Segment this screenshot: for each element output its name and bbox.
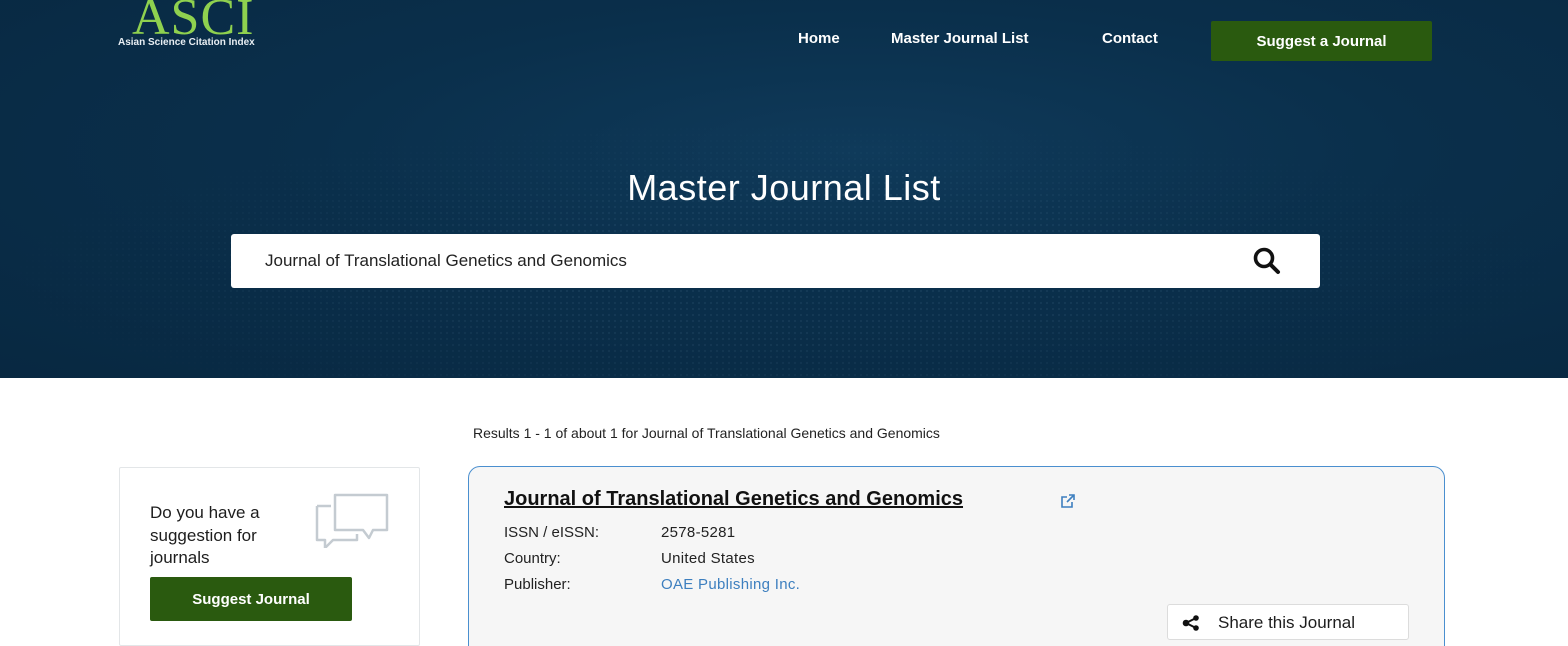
country-label: Country:	[504, 550, 561, 567]
asci-logo[interactable]: ASCI Asian Science Citation Index	[118, 0, 288, 58]
publisher-link[interactable]: OAE Publishing Inc.	[661, 576, 800, 593]
results-summary: Results 1 - 1 of about 1 for Journal of …	[473, 425, 940, 441]
share-icon	[1182, 615, 1199, 631]
external-link-icon[interactable]	[1060, 493, 1076, 509]
share-label: Share this Journal	[1218, 613, 1356, 632]
issn-label: ISSN / eISSN:	[504, 524, 600, 541]
suggestion-card: Do you have a suggestion for journals Su…	[119, 467, 420, 646]
issn-value: 2578-5281	[661, 524, 736, 541]
hero-banner: ASCI Asian Science Citation Index Home M…	[0, 0, 1568, 378]
search-bar	[231, 234, 1320, 288]
chat-bubbles-icon	[315, 493, 389, 548]
search-button[interactable]	[1245, 244, 1289, 278]
journal-title-link[interactable]: Journal of Translational Genetics and Ge…	[504, 488, 963, 511]
journal-result-card: Journal of Translational Genetics and Ge…	[468, 466, 1445, 646]
nav-home-link[interactable]: Home	[798, 30, 840, 47]
nav-master-journal-list-link[interactable]: Master Journal List	[891, 30, 1029, 47]
publisher-label: Publisher:	[504, 576, 571, 593]
search-icon	[1253, 247, 1280, 274]
share-journal-button[interactable]: Share this Journal	[1167, 604, 1409, 640]
logo-subtitle: Asian Science Citation Index	[118, 37, 255, 48]
page-title: Master Journal List	[627, 167, 941, 208]
suggestion-prompt: Do you have a suggestion for journals	[150, 503, 260, 567]
search-input[interactable]	[231, 234, 1231, 288]
suggest-journal-button[interactable]: Suggest Journal	[150, 577, 352, 621]
nav-contact-link[interactable]: Contact	[1102, 30, 1158, 47]
country-value: United States	[661, 550, 755, 567]
suggest-a-journal-button[interactable]: Suggest a Journal	[1211, 21, 1432, 61]
